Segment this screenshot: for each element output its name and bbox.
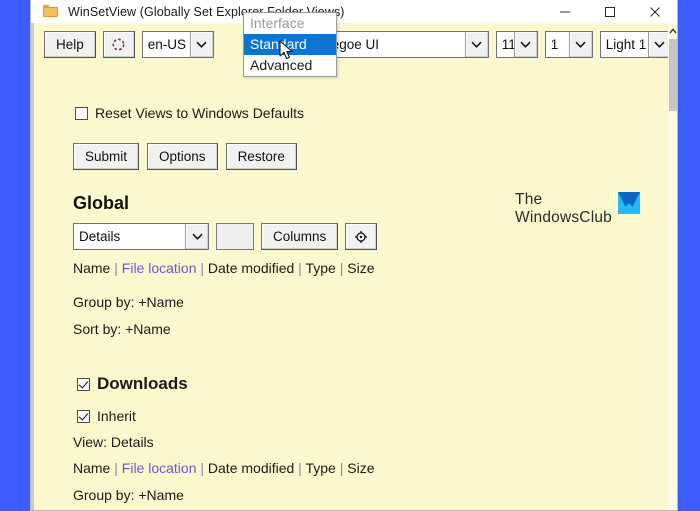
action-buttons: Submit Options Restore [73,143,297,170]
theme-combo[interactable]: Light 1 [599,31,668,58]
column-name: Name [73,260,111,276]
top-toolbar: Help en-US Segoe UI 1 1 Light 1 [44,31,668,58]
column-date-modified: Date modified [207,460,295,476]
font-combo[interactable]: Segoe UI [316,31,489,58]
global-size-input[interactable] [216,223,254,250]
reset-views-row[interactable]: Reset Views to Windows Defaults [75,105,304,121]
dotted-circle-icon [112,38,125,51]
reset-views-checkbox[interactable] [75,106,88,120]
column-file-location: File location [121,460,197,476]
chevron-down-icon[interactable] [568,32,592,57]
global-controls: Details Columns [73,223,378,250]
downloads-columns-line: Name | File location | Date modified | T… [73,460,375,476]
dropdown-option-advanced[interactable]: Advanced [244,55,336,76]
options-button[interactable]: Options [147,143,218,170]
desktop-background: WinSetView (Globally Set Explorer Folder… [0,0,700,511]
vertical-scrollbar[interactable] [668,23,677,510]
column-size: Size [347,260,375,276]
global-view-combo[interactable]: Details [73,223,209,250]
global-sort-by: Sort by: +Name [73,321,171,337]
column-type: Type [305,460,336,476]
app-window: WinSetView (Globally Set Explorer Folder… [30,0,678,511]
font-size-value: 11 [501,37,514,52]
global-columns-button[interactable]: Columns [261,223,339,250]
scrollbar-thumb[interactable] [669,39,677,111]
submit-button[interactable]: Submit [73,143,140,170]
column-size: Size [347,460,375,476]
restore-button[interactable]: Restore [225,143,297,170]
scale-combo[interactable]: 1 [544,31,593,58]
logo-line-1: The [515,191,543,208]
logo-line-2: WindowsClub [515,209,612,226]
font-value: Segoe UI [322,37,380,52]
downloads-view-line: View: Details [73,434,154,450]
windowsclub-logo: The WindowsClub [515,191,640,227]
global-view-value: Details [79,229,121,244]
gear-icon [355,230,368,243]
chevron-down-icon[interactable] [185,224,208,249]
downloads-inherit-row[interactable]: Inherit [77,408,136,424]
mode-dropdown-list[interactable]: Interface Standard Advanced [243,12,337,77]
downloads-group-by: Group by: +Name [73,487,184,503]
language-combo[interactable]: en-US [141,31,214,58]
font-size-combo[interactable]: 11 [495,31,538,58]
column-date-modified: Date modified [207,260,295,276]
windowsclub-logo-icon [618,192,640,214]
title-bar: WinSetView (Globally Set Explorer Folder… [31,0,677,24]
folder-icon [43,5,59,18]
column-file-location: File location [121,260,197,276]
scroll-up-arrow-icon[interactable] [668,25,677,37]
downloads-checkbox[interactable] [77,377,90,391]
scale-value: 1 [550,37,559,52]
scroll-content: Help en-US Segoe UI 1 1 Light 1 Reset Vi… [34,23,668,510]
close-button[interactable] [632,0,677,23]
global-group-by: Group by: +Name [73,294,184,310]
dropdown-option-interface[interactable]: Interface [244,13,336,34]
downloads-heading: Downloads [97,374,188,393]
global-settings-button[interactable] [345,223,378,250]
chevron-down-icon[interactable] [513,32,537,57]
chevron-down-icon[interactable] [464,32,488,57]
downloads-heading-row[interactable]: Downloads [77,374,188,394]
maximize-button[interactable] [587,0,632,23]
client-area: Help en-US Segoe UI 1 1 Light 1 Reset Vi… [31,23,677,510]
logo-text: The WindowsClub [515,191,612,227]
column-name: Name [73,460,111,476]
inherit-checkbox[interactable] [77,409,90,423]
global-heading: Global [73,193,130,213]
reset-views-label: Reset Views to Windows Defaults [95,105,305,121]
minimize-button[interactable] [542,0,587,23]
help-button[interactable]: Help [44,31,96,58]
column-type: Type [305,260,336,276]
inherit-label: Inherit [97,408,136,424]
global-columns-line: Name | File location | Date modified | T… [73,260,375,276]
window-controls [542,0,677,23]
chevron-down-icon[interactable] [647,32,668,57]
dotted-circle-icon-button[interactable] [102,31,135,58]
language-value: en-US [147,37,187,52]
chevron-down-icon[interactable] [189,32,213,57]
theme-value: Light 1 [605,37,647,52]
dropdown-option-standard[interactable]: Standard [244,34,336,55]
